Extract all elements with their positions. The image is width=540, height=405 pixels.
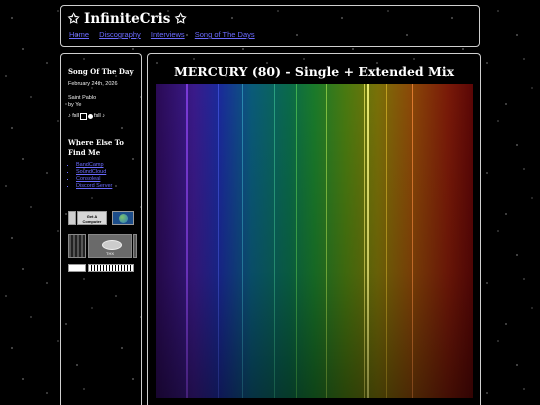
main-content: MERCURY (80) - Single + Extended Mix — [147, 53, 481, 405]
globe-icon — [118, 214, 128, 223]
nav-home-link[interactable]: Home — [69, 30, 89, 39]
song-of-the-day-artist: by Ye — [68, 102, 82, 108]
sidebar: Song Of The Day February 24th, 2026 Sain… — [60, 53, 142, 405]
external-links-list: BandCamp SoundCloud Consoleal Discord Se… — [70, 162, 112, 190]
site-header: ✩ InfiniteCris ✩ Home Discography Interv… — [60, 5, 480, 47]
song-of-the-day-date: February 24th, 2026 — [68, 81, 118, 87]
get-a-computer-badge[interactable]: Get A Computer — [77, 211, 107, 225]
song-of-the-day-heading: Song Of The Day — [68, 67, 134, 76]
main-nav: Home Discography Interviews Song of The … — [69, 30, 263, 39]
music-player[interactable]: ♪ fsll fsll ♪ — [68, 112, 138, 120]
spectrum-shade — [156, 84, 473, 398]
film-strip-badge[interactable] — [68, 234, 86, 258]
ufo-badge[interactable]: THX — [88, 234, 132, 258]
bandcamp-link[interactable]: BandCamp — [76, 162, 112, 169]
site-title: ✩ InfiniteCris ✩ — [68, 11, 187, 27]
nav-discography-link[interactable]: Discography — [99, 30, 141, 39]
barcode-badge[interactable] — [88, 264, 134, 272]
thx-label: THX — [106, 251, 114, 256]
play-toggle-icon[interactable] — [80, 112, 87, 120]
soundcloud-link[interactable]: SoundCloud — [76, 169, 112, 176]
film-edge-badge[interactable] — [133, 234, 137, 258]
small-badge[interactable] — [68, 211, 76, 225]
spectrum-artwork — [156, 84, 473, 398]
ufo-icon — [102, 240, 122, 250]
mini-badge[interactable] — [68, 264, 86, 272]
where-else-heading: Where Else To Find Me — [68, 138, 124, 157]
consoleal-link[interactable]: Consoleal — [76, 176, 112, 183]
post-title: MERCURY (80) - Single + Extended Mix — [173, 64, 455, 79]
discord-server-link[interactable]: Discord Server — [76, 183, 112, 190]
player-left-text: ♪ fsll — [68, 113, 79, 119]
globe-badge[interactable] — [112, 211, 134, 225]
nav-song-of-the-days-link[interactable]: Song of The Days — [195, 30, 255, 39]
nav-interviews-link[interactable]: Interviews — [151, 30, 185, 39]
player-right-text: fsll ♪ — [94, 113, 105, 119]
volume-knob-icon[interactable] — [88, 113, 93, 119]
